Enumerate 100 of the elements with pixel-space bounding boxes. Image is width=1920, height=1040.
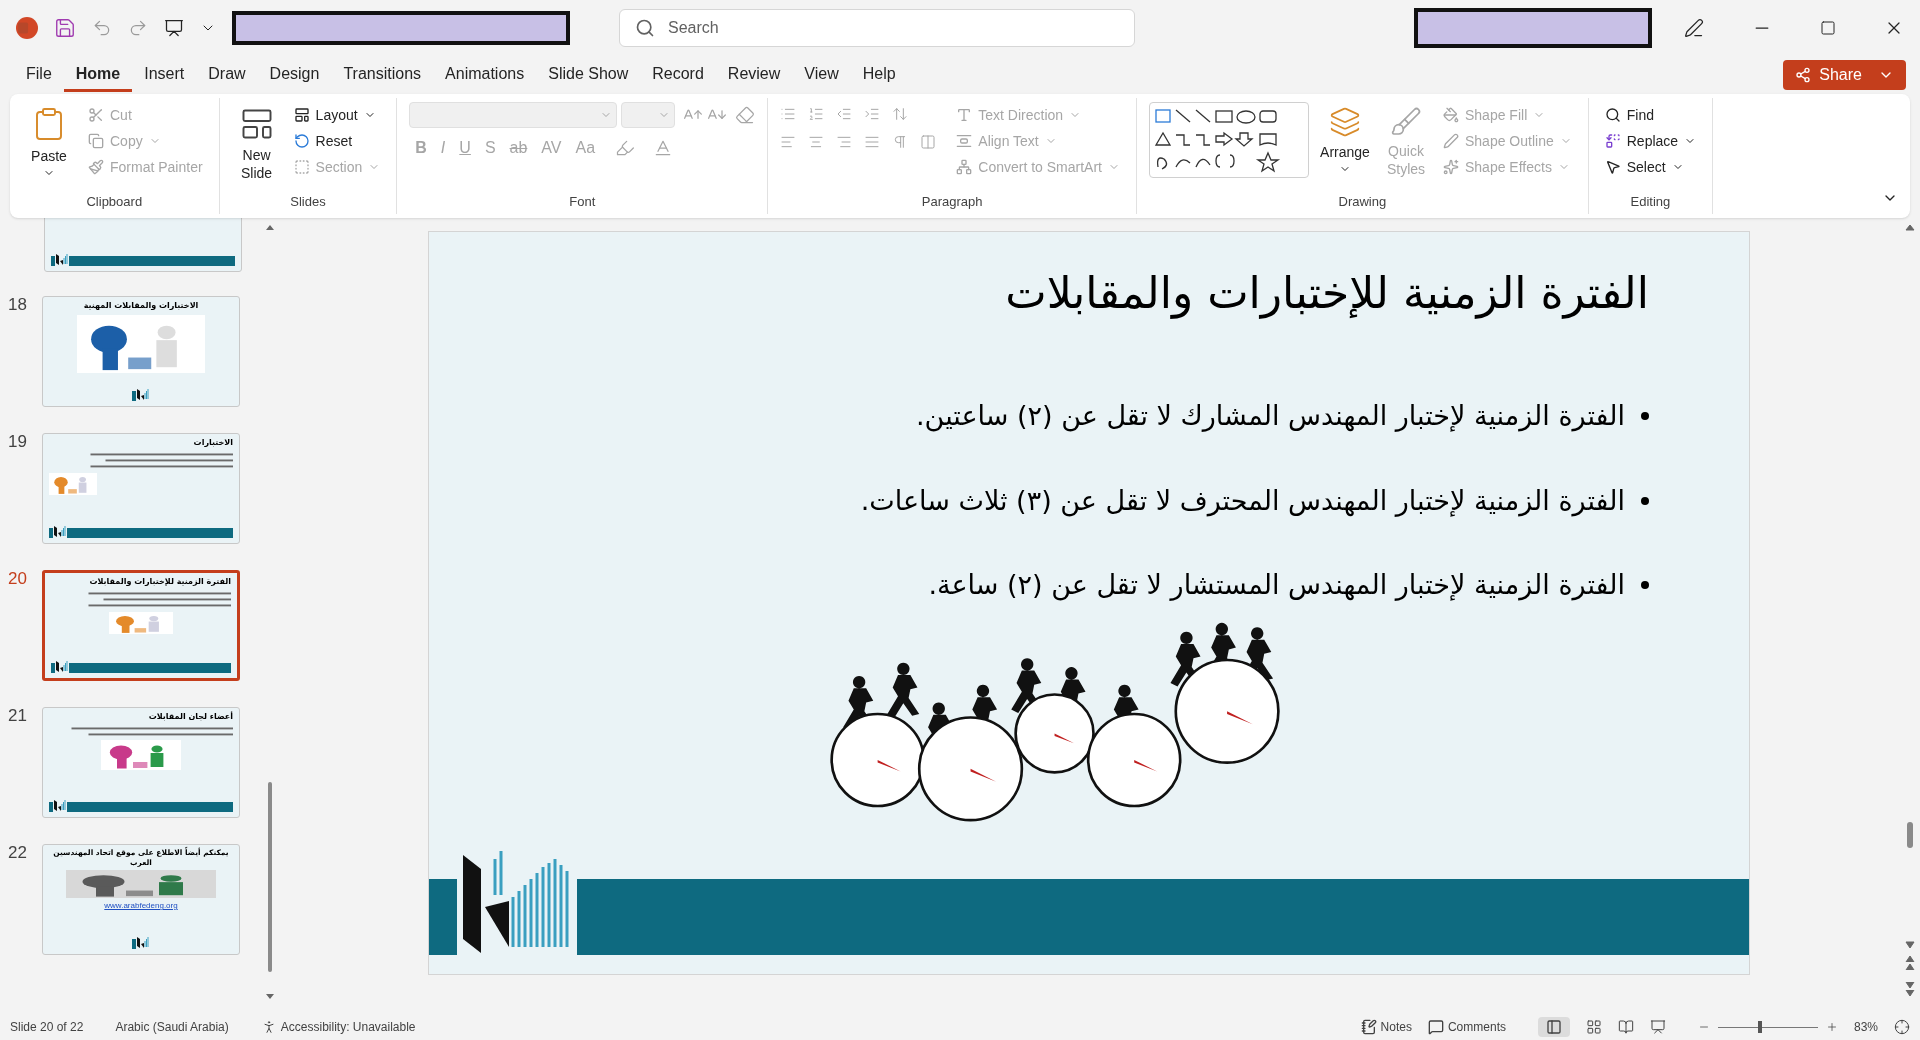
menu-tab[interactable]: Transitions	[331, 58, 434, 92]
footer-bar	[49, 802, 53, 812]
pointer-icon	[1604, 159, 1621, 175]
menu-tab[interactable]: Help	[850, 58, 908, 92]
menu-tab[interactable]: Design	[257, 58, 332, 92]
zoom-slider[interactable]	[1717, 1021, 1818, 1033]
layout-button[interactable]: Layout	[289, 102, 385, 128]
bullet-icon	[1641, 412, 1649, 421]
arrange-icon	[1329, 106, 1361, 138]
notes-icon	[1360, 1019, 1377, 1035]
layout-icon	[293, 107, 310, 123]
menu-tab[interactable]: View	[792, 58, 851, 92]
slide-number: 19	[7, 433, 28, 453]
paint-bucket-icon	[1443, 107, 1459, 123]
bullet-text: الفترة الزمنية لإختبار المهندس المحترف لا تقل عن (٣) ثلاث ساعات.	[860, 483, 1625, 519]
slide-number: 21	[7, 707, 28, 727]
comments-button[interactable]: Comments	[1427, 1018, 1506, 1036]
undo-icon[interactable]	[92, 18, 112, 38]
sparkles-icon	[1443, 159, 1459, 175]
zoom-percentage[interactable]: 83%	[1853, 1018, 1878, 1036]
slide-thumbnail[interactable]: الاختبارات والمقابلات المهنية	[42, 296, 240, 407]
thumbnail-link: www.arabfedeng.org	[104, 900, 178, 912]
scissors-icon	[88, 107, 104, 123]
save-icon[interactable]	[54, 17, 76, 39]
menu-tab[interactable]: Insert	[132, 58, 197, 92]
footer-bar	[51, 663, 55, 673]
align-text-icon	[956, 133, 973, 149]
search-field[interactable]: Search	[619, 9, 1135, 47]
paste-button[interactable]: Paste	[22, 102, 76, 180]
paintbrush-icon	[88, 159, 104, 175]
fit-slide-icon[interactable]	[1894, 1019, 1910, 1035]
presentation-icon[interactable]	[164, 18, 184, 38]
footer-bar	[49, 528, 53, 538]
slide-number: 22	[7, 844, 28, 864]
thumbnail-title: الفترة الزمنية للإختبارات والمقابلات	[89, 576, 231, 588]
notes-button[interactable]: Notes	[1360, 1018, 1412, 1036]
menu-tab[interactable]: File	[14, 58, 64, 92]
normal-view-icon	[1545, 1019, 1562, 1035]
language-label[interactable]: Arabic (Saudi Arabia)	[115, 1018, 229, 1036]
slide-thumbnail[interactable]: الفترة الزمنية للإختبارات والمقابلات	[42, 570, 240, 681]
indent-icon[interactable]	[864, 106, 881, 122]
highlighter-icon[interactable]	[615, 138, 636, 158]
footer-bar	[132, 391, 136, 401]
thumbnail-title: الاختبارات	[193, 437, 233, 449]
slide-number: 18	[7, 296, 28, 316]
justify-icon[interactable]	[864, 134, 881, 150]
slide-thumbnail[interactable]: الاختبارات	[42, 433, 240, 544]
arrange-button[interactable]: Arrange	[1317, 102, 1373, 175]
font-name-field[interactable]	[409, 102, 618, 128]
footer-bar	[132, 939, 136, 949]
font-size-field[interactable]	[621, 102, 676, 128]
logo-icon	[53, 798, 67, 812]
menu-tab[interactable]: Record	[640, 58, 716, 92]
columns-icon[interactable]	[920, 134, 937, 150]
group-label: Drawing	[1338, 193, 1387, 212]
logo-icon	[55, 659, 69, 673]
menu-tab[interactable]: Review	[715, 58, 793, 92]
outdent-icon[interactable]	[836, 106, 853, 122]
app-logo-icon	[16, 17, 38, 39]
group-label: Paragraph	[921, 193, 983, 212]
bullet-icon	[1641, 581, 1649, 590]
bullets-icon[interactable]	[780, 106, 797, 122]
find-button[interactable]: Find	[1600, 102, 1701, 128]
menu-tab[interactable]: Draw	[196, 58, 258, 92]
slide-title: الفترة الزمنية للإختبارات والمقابلات	[1005, 266, 1649, 321]
bullet-text: الفترة الزمنية لإختبار المهندس المستشار لا تقل عن (٢) ساعة.	[928, 568, 1625, 603]
reset-button[interactable]: Reset	[289, 128, 385, 154]
redo-icon[interactable]	[128, 18, 148, 38]
copy-icon	[88, 133, 104, 149]
slideshow-icon[interactable]	[1649, 1019, 1666, 1035]
share-button[interactable]: Share	[1783, 60, 1906, 90]
normal-view-button[interactable]	[1537, 1017, 1570, 1037]
zoom-in-icon[interactable]	[1825, 1021, 1838, 1033]
group-label: Clipboard	[86, 193, 143, 212]
slide-number: 20	[7, 570, 28, 590]
reading-view-icon[interactable]	[1617, 1019, 1634, 1035]
footer-bar	[51, 256, 55, 266]
align-center-icon[interactable]	[808, 134, 825, 150]
zoom-thumb[interactable]	[1757, 1021, 1762, 1033]
reset-icon	[293, 133, 310, 149]
replace-button[interactable]: Replace	[1600, 128, 1701, 154]
group-label: Font	[569, 193, 596, 212]
clear-formatting-icon[interactable]	[735, 105, 756, 125]
search-icon	[1604, 107, 1621, 123]
restore-icon[interactable]	[1820, 20, 1836, 36]
new-slide-button[interactable]: New Slide	[231, 102, 282, 182]
align-left-icon[interactable]	[780, 134, 797, 150]
menu-tab[interactable]: Animations	[433, 58, 537, 92]
menu-tab[interactable]: Slide Show	[536, 58, 641, 92]
line-spacing-icon[interactable]	[892, 106, 909, 122]
slide-thumbnail[interactable]: أعضاء لجان المقابلات	[42, 707, 240, 818]
slide-sorter-icon[interactable]	[1585, 1019, 1602, 1035]
brush-icon	[1390, 106, 1422, 138]
section-icon	[293, 159, 310, 175]
select-button[interactable]: Select	[1600, 154, 1701, 180]
pen-icon[interactable]	[1684, 18, 1704, 38]
accessibility-status[interactable]: Accessibility: Unavailable	[280, 1018, 416, 1036]
align-right-icon[interactable]	[836, 134, 853, 150]
slide-position: Slide 20 of 22	[10, 1019, 84, 1036]
numbering-icon[interactable]	[808, 106, 825, 122]
